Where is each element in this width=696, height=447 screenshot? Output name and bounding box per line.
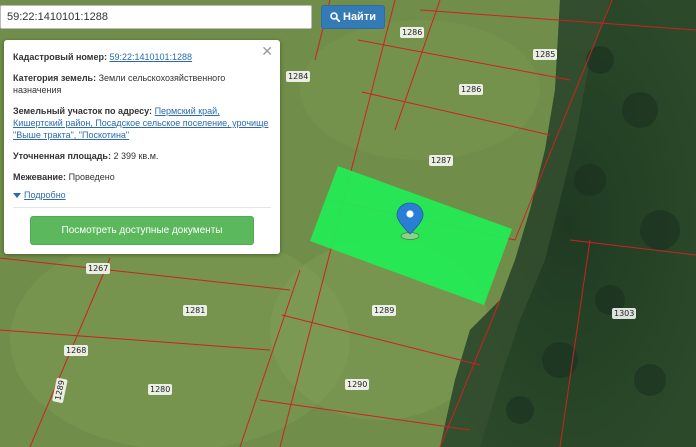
search-input[interactable] bbox=[0, 5, 312, 29]
area-label: Уточненная площадь: bbox=[13, 151, 111, 161]
parcel-label: 1268 bbox=[64, 345, 89, 356]
area-value: 2 399 кв.м. bbox=[113, 151, 159, 161]
address-row: Земельный участок по адресу: Пермский кр… bbox=[13, 105, 271, 141]
category-row: Категория земель: Земли сельскохозяйстве… bbox=[13, 72, 271, 96]
survey-row: Межевание: Проведено bbox=[13, 171, 271, 183]
parcel-label: 1286 bbox=[400, 27, 425, 38]
parcel-label: 1281 bbox=[183, 305, 208, 316]
more-toggle[interactable]: Подробно bbox=[13, 190, 271, 200]
category-label: Категория земель: bbox=[13, 73, 97, 83]
area-row: Уточненная площадь: 2 399 кв.м. bbox=[13, 150, 271, 162]
search-icon bbox=[330, 12, 340, 22]
parcel-info-card: ✕ Кадастровый номер: 59:22:1410101:1288 … bbox=[4, 40, 280, 254]
triangle-down-icon bbox=[13, 193, 21, 199]
survey-value: Проведено bbox=[68, 172, 115, 182]
close-icon[interactable]: ✕ bbox=[261, 44, 273, 58]
parcel-label: 1290 bbox=[345, 379, 370, 390]
survey-label: Межевание: bbox=[13, 172, 67, 182]
more-link[interactable]: Подробно bbox=[24, 190, 66, 200]
cadastral-label: Кадастровый номер: bbox=[13, 52, 107, 62]
parcel-label: 1284 bbox=[286, 71, 311, 82]
parcel-label: 1285 bbox=[533, 49, 558, 60]
parcel-label: 1267 bbox=[86, 263, 111, 274]
divider bbox=[13, 207, 271, 208]
cadastral-number-link[interactable]: 59:22:1410101:1288 bbox=[109, 52, 192, 62]
parcel-label: 1286 bbox=[459, 84, 484, 95]
cadastral-row: Кадастровый номер: 59:22:1410101:1288 bbox=[13, 51, 271, 63]
parcel-label: 1303 bbox=[612, 308, 637, 319]
search-button[interactable]: Найти bbox=[321, 5, 385, 29]
parcel-label: 1289 bbox=[372, 305, 397, 316]
parcel-label: 1280 bbox=[148, 384, 173, 395]
address-label: Земельный участок по адресу: bbox=[13, 106, 153, 116]
parcel-label: 1287 bbox=[429, 155, 454, 166]
search-button-label: Найти bbox=[343, 11, 376, 23]
view-documents-button[interactable]: Посмотреть доступные документы bbox=[30, 216, 254, 245]
